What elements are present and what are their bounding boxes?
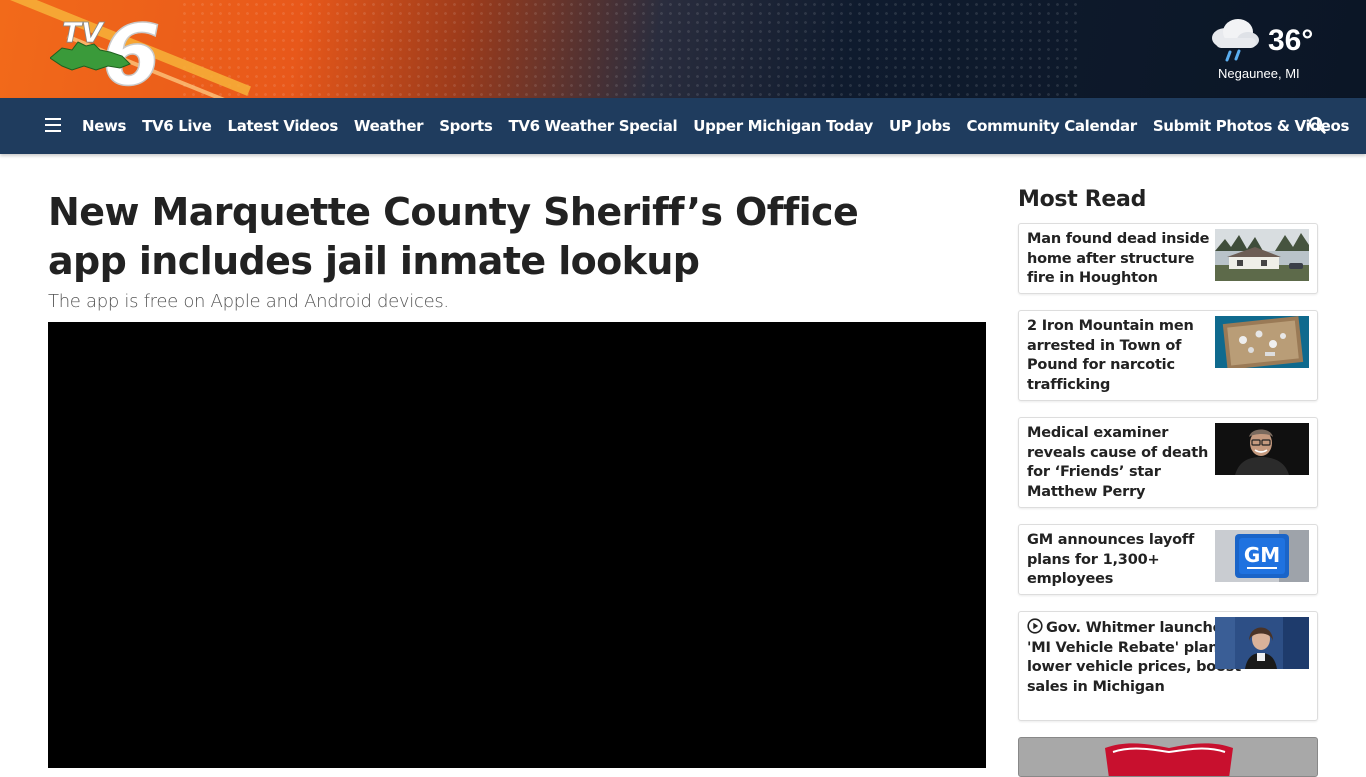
- nav-item-community-calendar[interactable]: Community Calendar: [958, 117, 1144, 135]
- nav-item-news[interactable]: News: [74, 117, 134, 135]
- article-subheadline: The app is free on Apple and Android dev…: [48, 291, 449, 312]
- most-read-item[interactable]: GM announces layoff plans for 1,300+ emp…: [1018, 524, 1318, 595]
- header-pattern: [180, 0, 1080, 98]
- article-headline: New Marquette County Sheriff’s Office ap…: [48, 190, 859, 283]
- thumbnail-matthew-perry[interactable]: [1215, 423, 1309, 475]
- most-read-item-title[interactable]: 2 Iron Mountain men arrested in Town of …: [1027, 317, 1217, 395]
- main-nav: News TV6 Live Latest Videos Weather Spor…: [0, 98, 1366, 154]
- search-icon[interactable]: [1308, 116, 1326, 134]
- most-read-item-title[interactable]: Gov. Whitmer launches 'MI Vehicle Rebate…: [1027, 618, 1247, 697]
- most-read-item-title[interactable]: GM announces layoff plans for 1,300+ emp…: [1027, 531, 1217, 590]
- nav-item-sports[interactable]: Sports: [431, 117, 500, 135]
- nav-item-up-jobs[interactable]: UP Jobs: [881, 117, 959, 135]
- most-read-item[interactable]: Man found dead inside home after structu…: [1018, 223, 1318, 294]
- most-read-item-title-text: Gov. Whitmer launches 'MI Vehicle Rebate…: [1027, 620, 1241, 695]
- weather-widget[interactable]: 36° Negaunee, MI: [1206, 14, 1326, 86]
- rain-cloud-icon: [1212, 19, 1259, 62]
- site-header: 6 TV 36° Negaunee, MI: [0, 0, 1366, 98]
- most-read-item-title[interactable]: Man found dead inside home after structu…: [1027, 230, 1217, 289]
- svg-text:6: 6: [102, 8, 160, 92]
- nav-list: News TV6 Live Latest Videos Weather Spor…: [74, 98, 1357, 154]
- weather-temperature: 36°: [1268, 24, 1314, 57]
- thumbnail-narcotics[interactable]: [1215, 316, 1309, 368]
- nav-item-weather[interactable]: Weather: [346, 117, 431, 135]
- svg-text:GM: GM: [1244, 543, 1280, 567]
- nav-item-tv6-weather-special[interactable]: TV6 Weather Special: [500, 117, 685, 135]
- most-read-item[interactable]: Medical examiner reveals cause of death …: [1018, 417, 1318, 508]
- video-player[interactable]: [48, 322, 986, 768]
- weather-location: Negaunee, MI: [1218, 66, 1300, 81]
- most-read-item[interactable]: 2 Iron Mountain men arrested in Town of …: [1018, 310, 1318, 401]
- nav-item-upper-michigan-today[interactable]: Upper Michigan Today: [685, 117, 881, 135]
- thumbnail-whitmer[interactable]: [1215, 617, 1309, 669]
- svg-text:TV: TV: [62, 16, 105, 49]
- promo-banner[interactable]: [1018, 737, 1318, 777]
- tv6-logo[interactable]: 6 TV: [49, 5, 170, 98]
- nav-item-latest-videos[interactable]: Latest Videos: [219, 117, 345, 135]
- most-read-item[interactable]: Gov. Whitmer launches 'MI Vehicle Rebate…: [1018, 611, 1318, 721]
- most-read-item-title[interactable]: Medical examiner reveals cause of death …: [1027, 424, 1217, 502]
- hamburger-menu-icon[interactable]: [45, 118, 61, 132]
- most-read-heading: Most Read: [1018, 187, 1147, 212]
- salvation-army-shield-icon: [1105, 743, 1233, 776]
- thumbnail-gm-logo[interactable]: GM: [1215, 530, 1309, 582]
- play-icon: [1027, 618, 1043, 634]
- nav-item-tv6-live[interactable]: TV6 Live: [134, 117, 219, 135]
- thumbnail-house-fire[interactable]: [1215, 229, 1309, 281]
